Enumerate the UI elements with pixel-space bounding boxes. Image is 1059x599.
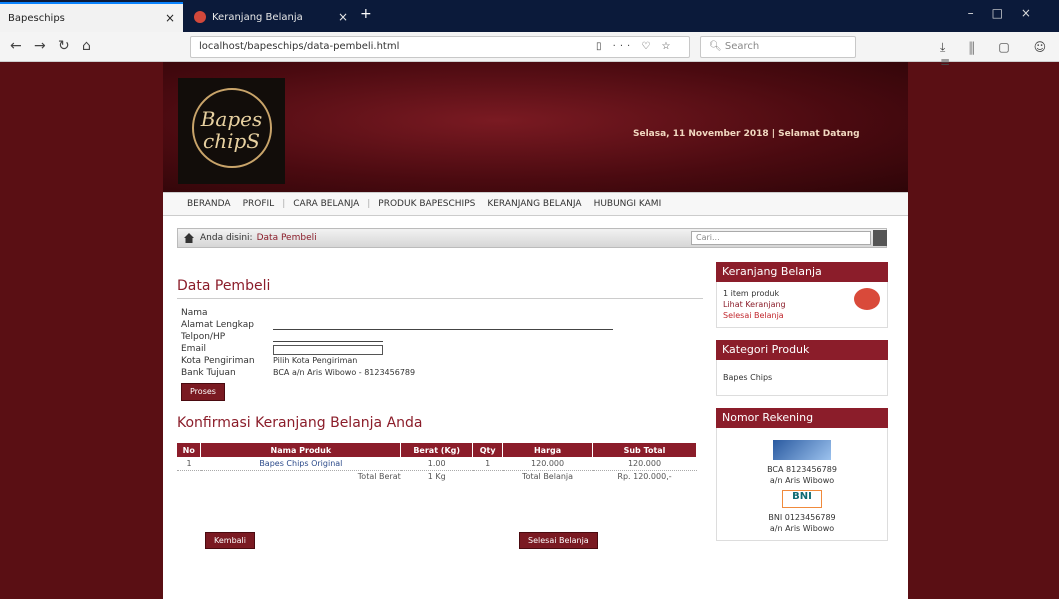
- home-icon[interactable]: ⌂: [82, 38, 91, 54]
- account-widget-title: Nomor Rekening: [716, 408, 888, 428]
- close-tab-icon[interactable]: ×: [165, 11, 175, 25]
- checkout-button[interactable]: Selesai Belanja: [519, 532, 598, 549]
- breadcrumb-prefix: Anda disini:: [200, 233, 253, 243]
- bni-logo: BNI: [782, 490, 822, 508]
- category-item[interactable]: Bapes Chips: [723, 372, 881, 383]
- label-nama: Nama: [181, 308, 208, 318]
- col-header-no: No: [177, 443, 202, 457]
- col-header-subtotal: Sub Total: [592, 443, 697, 457]
- back-icon[interactable]: ←: [10, 38, 22, 54]
- menu-item-cara-belanja[interactable]: CARA BELANJA: [287, 199, 365, 209]
- page-actions-icon[interactable]: ▯ ··· ♡ ☆: [596, 41, 675, 52]
- cell-berat: 1.00: [400, 457, 473, 471]
- label-bank: Bank Tujuan: [181, 368, 236, 378]
- account-widget: Nomor Rekening BCA 8123456789 a/n Aris W…: [716, 408, 888, 541]
- cell-harga: 120.000: [502, 457, 593, 471]
- url-text: localhost/bapeschips/data-pembeli.html: [199, 41, 400, 52]
- cell-produk[interactable]: Bapes Chips Original: [200, 457, 401, 471]
- col-header-harga: Harga: [502, 443, 594, 457]
- lobster-icon: [854, 288, 880, 310]
- finish-shopping-link[interactable]: Selesai Belanja: [723, 310, 881, 321]
- window-controls[interactable]: –□×: [968, 6, 1049, 20]
- cart-widget: Keranjang Belanja 1 item produk Lihat Ke…: [716, 262, 888, 328]
- bank1-owner: a/n Aris Wibowo: [769, 476, 835, 485]
- total-belanja-value: Rp. 120.000,-: [617, 472, 672, 482]
- forward-icon[interactable]: →: [34, 38, 46, 54]
- close-tab-icon[interactable]: ×: [338, 10, 348, 24]
- bank1-number: BCA 8123456789: [767, 465, 837, 474]
- toolbar-icons[interactable]: ⤓ ⫼ ▢ ☺ ≡: [940, 40, 1059, 69]
- breadcrumb-current[interactable]: Data Pembeli: [257, 233, 317, 243]
- phone-input[interactable]: [273, 331, 383, 342]
- address-input[interactable]: [273, 319, 613, 330]
- browser-tab-inactive[interactable]: Keranjang Belanja ×: [186, 2, 356, 32]
- date-greeting: Selasa, 11 November 2018 | Selamat Datan…: [633, 129, 860, 139]
- favicon-icon: [194, 11, 206, 23]
- main-content: Data Pembeli Nama Alamat Lengkap Telpon/…: [177, 262, 703, 483]
- browser-search-input[interactable]: 🔍︎ Search: [700, 36, 856, 58]
- col-header-qty: Qty: [472, 443, 504, 457]
- label-email: Email: [181, 344, 206, 354]
- site-header: Bapes chipS Selasa, 11 November 2018 | S…: [163, 62, 908, 192]
- new-tab-icon[interactable]: +: [360, 6, 372, 22]
- sidebar: Keranjang Belanja 1 item produk Lihat Ke…: [716, 262, 888, 541]
- category-widget-title: Kategori Produk: [716, 340, 888, 360]
- page-title: Data Pembeli: [177, 278, 703, 299]
- menu-item-produk[interactable]: PRODUK BAPESCHIPS: [372, 199, 481, 209]
- cart-title: Konfirmasi Keranjang Belanja Anda: [177, 415, 423, 431]
- bank2-number: BNI 0123456789: [768, 513, 836, 522]
- totals-row: Total Berat 1 Kg Total Belanja Rp. 120.0…: [177, 470, 697, 483]
- breadcrumb: Anda disini: Data Pembeli Cari...: [177, 228, 887, 248]
- bank2-owner: a/n Aris Wibowo: [769, 524, 835, 533]
- menu-item-profil[interactable]: PROFIL: [237, 199, 281, 209]
- table-row: 1 Bapes Chips Original 1.00 1 120.000 12…: [177, 457, 697, 471]
- tab-title: Bapeschips: [8, 12, 65, 24]
- proses-button[interactable]: Proses: [181, 383, 225, 401]
- main-menu: BERANDA PROFIL | CARA BELANJA | PRODUK B…: [163, 192, 908, 216]
- logo-text-1: Bapes: [200, 107, 263, 131]
- col-header-produk: Nama Produk: [200, 443, 402, 457]
- menu-separator: |: [367, 199, 371, 209]
- total-berat-label: Total Berat: [357, 472, 401, 482]
- back-button[interactable]: Kembali: [205, 532, 255, 549]
- menu-item-hubungi[interactable]: HUBUNGI KAMI: [588, 199, 668, 209]
- total-berat-value: 1 Kg: [427, 472, 446, 482]
- search-icon: 🔍︎: [709, 41, 725, 52]
- label-telpon: Telpon/HP: [181, 332, 226, 342]
- browser-tab-active[interactable]: Bapeschips ×: [0, 2, 183, 32]
- web-page: Bapes chipS Selasa, 11 November 2018 | S…: [163, 62, 908, 599]
- cell-subtotal: 120.000: [592, 457, 697, 471]
- site-logo[interactable]: Bapes chipS: [178, 78, 285, 184]
- menu-separator: |: [282, 199, 286, 209]
- browser-toolbar: ← → ↻ ⌂ localhost/bapeschips/data-pembel…: [0, 32, 1059, 69]
- email-field[interactable]: [273, 345, 383, 355]
- cell-no: 1: [177, 457, 201, 471]
- browser-tab-bar: Bapeschips × Keranjang Belanja × + –□×: [0, 0, 1059, 32]
- cell-qty: 1: [472, 457, 503, 471]
- bank-select[interactable]: BCA a/n Aris Wibowo - 8123456789: [273, 367, 415, 379]
- bca-card-image: [773, 440, 831, 460]
- city-select[interactable]: Pilih Kota Pengiriman: [273, 355, 357, 367]
- buyer-form: Nama Alamat Lengkap Telpon/HP Email Kota…: [177, 307, 703, 401]
- cart-table: No Nama Produk Berat (Kg) Qty Harga Sub …: [177, 443, 697, 483]
- label-alamat: Alamat Lengkap: [181, 320, 254, 330]
- menu-item-keranjang[interactable]: KERANJANG BELANJA: [481, 199, 587, 209]
- tab-title: Keranjang Belanja: [212, 11, 303, 23]
- menu-item-beranda[interactable]: BERANDA: [181, 199, 237, 209]
- col-header-berat: Berat (Kg): [400, 443, 474, 457]
- category-widget: Kategori Produk Bapes Chips: [716, 340, 888, 396]
- home-icon[interactable]: [184, 233, 194, 243]
- cart-widget-title: Keranjang Belanja: [716, 262, 888, 282]
- site-search-input[interactable]: Cari...: [691, 231, 871, 245]
- logo-text-2: chipS: [203, 129, 260, 153]
- reload-icon[interactable]: ↻: [58, 38, 70, 54]
- site-search-button[interactable]: [873, 230, 887, 246]
- label-kota: Kota Pengiriman: [181, 356, 255, 366]
- total-belanja-label: Total Belanja: [522, 472, 574, 482]
